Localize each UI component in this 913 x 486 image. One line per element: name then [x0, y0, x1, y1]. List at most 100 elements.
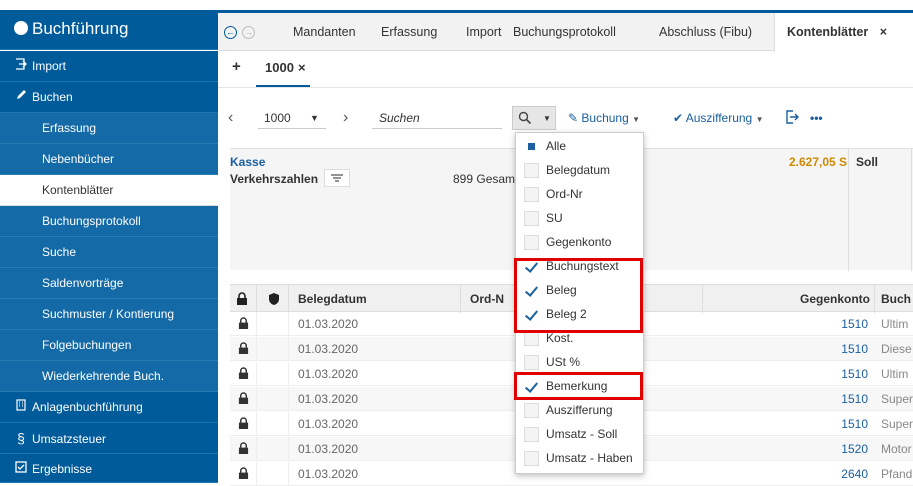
cell-belegdatum: 01.03.2020 — [298, 392, 359, 406]
tab-abschluss[interactable]: Abschluss (Fibu) — [659, 13, 752, 51]
back-icon[interactable]: ← — [224, 26, 237, 39]
divider — [702, 285, 703, 313]
divider — [460, 285, 461, 313]
filter-lines-icon[interactable] — [324, 169, 350, 187]
tab-erfassung[interactable]: Erfassung — [381, 13, 437, 51]
cell-gegenkonto[interactable]: 1520 — [790, 437, 868, 461]
checkbox[interactable] — [524, 235, 539, 250]
column-header-gegenkonto[interactable]: Gegenkonto — [800, 285, 870, 313]
buchung-button[interactable]: ✎ Buchung ▼ — [568, 106, 640, 130]
sidebar-item-wiederkehrende[interactable]: Wiederkehrende Buch. — [0, 361, 218, 392]
cell-buchungstext: Motor — [881, 442, 912, 456]
tab-bar: ← → Mandanten Erfassung Import Buchungsp… — [218, 13, 913, 52]
search-icon — [518, 111, 532, 125]
lock-icon — [238, 342, 249, 354]
cell-gegenkonto[interactable]: 2640 — [790, 462, 868, 486]
lock-icon — [238, 392, 249, 404]
cell-gegenkonto[interactable]: 1510 — [790, 312, 868, 336]
menu-item-auszifferung[interactable]: Auszifferung — [516, 399, 643, 422]
sidebar-item-label: Erfassung — [42, 121, 97, 135]
search-input[interactable]: Suchen — [379, 106, 420, 130]
saldo-value: 2.627,05 S — [789, 155, 848, 169]
sidebar-item-label: Buchungsprotokoll — [42, 214, 141, 228]
sidebar-section-umsatzsteuer[interactable]: § Umsatzsteuer — [0, 423, 218, 454]
tab-kontenblaetter[interactable]: Kontenblätter × — [774, 13, 913, 52]
checkbox[interactable] — [524, 187, 539, 202]
cell-gegenkonto[interactable]: 1510 — [790, 337, 868, 361]
tab-mandanten[interactable]: Mandanten — [293, 13, 356, 51]
sidebar-item-suchmuster[interactable]: Suchmuster / Kontierung — [0, 299, 218, 330]
forward-icon[interactable]: → — [242, 26, 255, 39]
cell-buchungstext: Super — [881, 417, 913, 431]
add-tab-icon[interactable]: + — [232, 58, 241, 75]
tab-import[interactable]: Import — [466, 13, 501, 51]
chevron-left-icon[interactable]: ‹ — [228, 106, 233, 130]
divider — [288, 437, 289, 461]
sidebar-section-label: Import — [32, 59, 67, 73]
checkbox[interactable] — [524, 355, 539, 370]
sidebar-item-erfassung[interactable]: Erfassung — [0, 113, 218, 144]
cell-gegenkonto[interactable]: 1510 — [790, 362, 868, 386]
column-header-buchungstext[interactable]: Buch — [881, 285, 911, 313]
lock-icon — [238, 367, 249, 379]
export-icon[interactable] — [785, 106, 799, 130]
column-header-ord-nr[interactable]: Ord-N — [470, 285, 504, 313]
menu-item-umsatz-soll[interactable]: Umsatz - Soll — [516, 423, 643, 446]
menu-item-belegdatum[interactable]: Belegdatum — [516, 159, 643, 182]
cell-buchungstext: Ultim — [881, 317, 909, 331]
auszifferung-button[interactable]: ✔ Auszifferung ▼ — [673, 106, 764, 130]
close-icon[interactable]: × — [880, 25, 887, 39]
main-area: ← → Mandanten Erfassung Import Buchungsp… — [218, 10, 913, 486]
divider — [874, 285, 875, 313]
verkehrszahlen-label: Verkehrszahlen — [230, 172, 319, 186]
cell-gegenkonto[interactable]: 1510 — [790, 412, 868, 436]
sidebar-item-suche[interactable]: Suche — [0, 237, 218, 268]
checkbox[interactable] — [524, 331, 539, 346]
cell-belegdatum: 01.03.2020 — [298, 317, 359, 331]
sidebar-item-label: Wiederkehrende Buch. — [42, 369, 165, 383]
cell-gegenkonto[interactable]: 1510 — [790, 387, 868, 411]
column-filter-button[interactable]: ▼ — [512, 106, 556, 130]
check-box-icon — [14, 454, 28, 484]
divider — [288, 462, 289, 486]
checkbox[interactable] — [524, 403, 539, 418]
cell-buchungstext: Pfand — [881, 467, 913, 481]
menu-item-label: Umsatz - Soll — [546, 427, 618, 441]
cell-belegdatum: 01.03.2020 — [298, 442, 359, 456]
chevron-down-icon[interactable]: ▼ — [310, 106, 319, 130]
checkbox[interactable] — [524, 451, 539, 466]
sidebar-item-buchungsprotokoll[interactable]: Buchungsprotokoll — [0, 206, 218, 237]
checkbox[interactable] — [524, 163, 539, 178]
menu-item-umsatz-haben[interactable]: Umsatz - Haben — [516, 447, 643, 470]
menu-item-ust[interactable]: USt % — [516, 351, 643, 374]
sidebar-section-buchen[interactable]: Buchen — [0, 82, 218, 113]
account-select[interactable]: 1000 — [264, 106, 291, 130]
tab-buchungsprotokoll[interactable]: Buchungsprotokoll — [513, 13, 616, 51]
menu-item-gegenkonto[interactable]: Gegenkonto — [516, 231, 643, 254]
sidebar-section-label: Anlagenbuchführung — [32, 400, 143, 414]
lock-icon — [238, 467, 249, 479]
sidebar-section-import[interactable]: Import — [0, 51, 218, 82]
sidebar-item-kontenblaetter[interactable]: Kontenblätter — [0, 175, 218, 206]
menu-item-su[interactable]: SU — [516, 207, 643, 230]
more-icon[interactable]: ••• — [810, 106, 823, 130]
menu-item-ord-nr[interactable]: Ord-Nr — [516, 183, 643, 206]
pen-icon: ✎ — [568, 111, 579, 125]
menu-item-alle[interactable]: Alle — [516, 135, 643, 158]
sidebar-section-ergebnisse[interactable]: Ergebnisse — [0, 454, 218, 483]
checkbox[interactable] — [524, 427, 539, 442]
sidebar-item-nebenbuecher[interactable]: Nebenbücher — [0, 144, 218, 175]
close-icon[interactable]: × — [298, 60, 306, 75]
sidebar-title[interactable]: Buchführung — [0, 10, 218, 50]
divider — [256, 312, 257, 336]
checkbox[interactable] — [524, 139, 539, 154]
divider — [288, 285, 289, 313]
subtab-1000[interactable]: 1000 — [265, 60, 294, 75]
checkbox[interactable] — [524, 211, 539, 226]
chevron-right-icon[interactable]: › — [343, 106, 348, 130]
sidebar-item-folgebuchungen[interactable]: Folgebuchungen — [0, 330, 218, 361]
account-name: Kasse — [230, 155, 266, 169]
sidebar-item-saldenvortraege[interactable]: Saldenvorträge — [0, 268, 218, 299]
column-header-belegdatum[interactable]: Belegdatum — [298, 285, 367, 313]
sidebar-section-anlagen[interactable]: Anlagenbuchführung — [0, 392, 218, 423]
